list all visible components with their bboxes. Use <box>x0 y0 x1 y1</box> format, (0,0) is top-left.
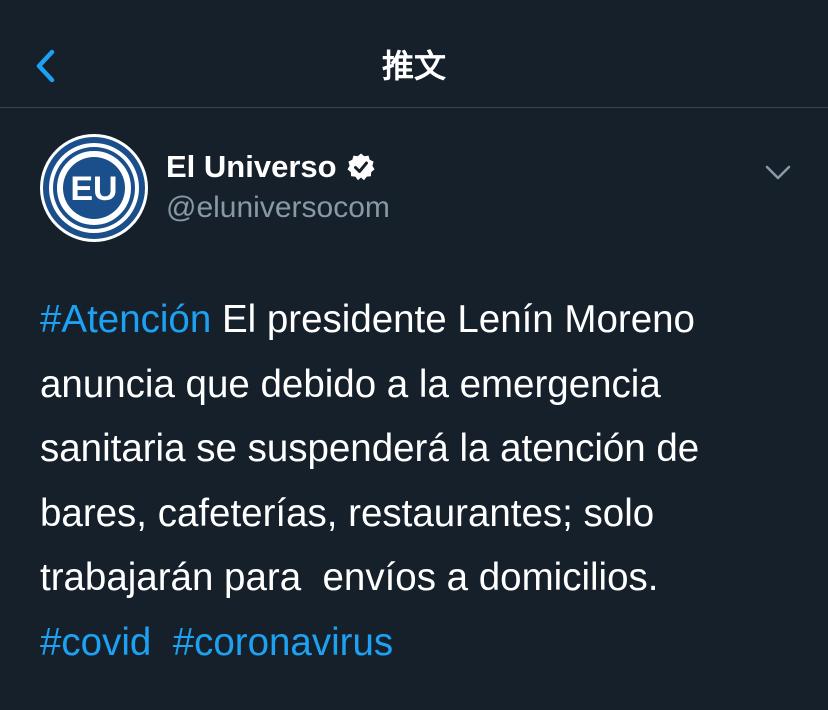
page-title: 推文 <box>381 47 446 85</box>
tweet-body-text: El presidente Lenín Moreno anuncia que d… <box>40 298 700 599</box>
avatar[interactable]: EU <box>40 134 148 242</box>
author-handle[interactable]: @eluniversocom <box>166 188 390 228</box>
hashtag-separator <box>151 621 172 664</box>
avatar-initials: EU <box>70 170 117 208</box>
hashtag-link-atencion[interactable]: #Atención <box>40 298 211 341</box>
chevron-down-icon <box>765 165 791 180</box>
tweet-text: #Atención El presidente Lenín Moreno anu… <box>40 288 810 675</box>
tweet-menu-button[interactable] <box>762 158 794 186</box>
hashtag-link-coronavirus[interactable]: #coronavirus <box>173 621 393 664</box>
author-name-row[interactable]: El Universo <box>166 146 376 188</box>
hashtag-link-covid[interactable]: #covid <box>40 621 151 664</box>
author-display-name: El Universo <box>166 149 337 184</box>
verified-badge-icon <box>346 152 376 182</box>
top-bar: 推文 <box>0 0 828 108</box>
